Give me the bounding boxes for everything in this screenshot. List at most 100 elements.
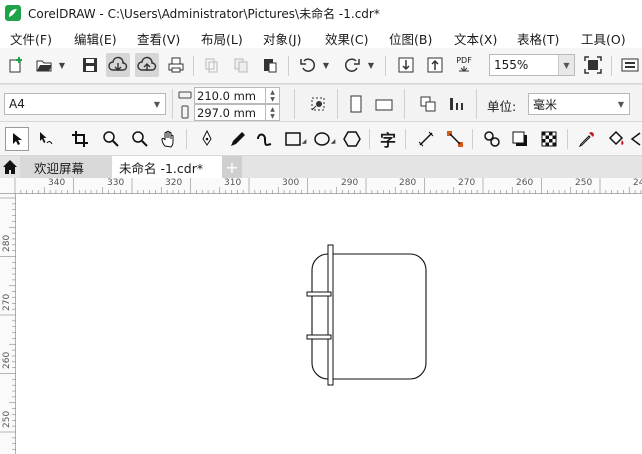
separator <box>337 89 338 119</box>
dimension-tool-icon[interactable] <box>414 127 438 151</box>
lower-clip-shape[interactable] <box>306 334 332 340</box>
page-height-field[interactable]: 297.0 mm <box>194 104 266 121</box>
menu-edit[interactable]: 编辑(E) <box>74 29 117 48</box>
horizontal-ruler[interactable]: 340 330 320 310 300 290 280 270 260 250 … <box>0 178 642 194</box>
ruler-label: 290 <box>341 178 359 188</box>
chevron-down-icon[interactable]: ▼ <box>613 94 629 114</box>
zoom-level-value: 155% <box>494 58 529 72</box>
menu-tools[interactable]: 工具(O) <box>581 29 626 48</box>
menu-table[interactable]: 表格(T) <box>517 29 559 48</box>
menu-view[interactable]: 查看(V) <box>137 29 180 48</box>
menu-object[interactable]: 对象(J) <box>263 29 301 48</box>
home-icon[interactable] <box>0 156 20 178</box>
separator <box>172 89 173 119</box>
transparency-tool-icon[interactable] <box>537 127 561 151</box>
page-size-select[interactable]: A4 ▼ <box>4 93 166 115</box>
ruler-label: 320 <box>165 178 183 188</box>
separator <box>186 129 187 149</box>
open-dropdown-arrow[interactable]: ▼ <box>58 53 66 77</box>
tab-welcome-screen[interactable]: 欢迎屏幕 <box>20 156 112 178</box>
import-icon[interactable] <box>394 53 418 77</box>
menu-effects[interactable]: 效果(C) <box>325 29 368 48</box>
zoom-level-select[interactable]: 155% ▼ <box>489 54 575 76</box>
paste-icon[interactable] <box>258 53 282 77</box>
title-bar: CorelDRAW - C:\Users\Administrator\Pictu… <box>0 0 642 26</box>
flyout-arrow[interactable]: ◢ <box>300 133 308 149</box>
portrait-orientation-icon[interactable] <box>344 92 368 116</box>
transform-objects-icon[interactable] <box>306 92 330 116</box>
binding-strip-shape[interactable] <box>327 244 334 386</box>
separator <box>476 89 477 119</box>
ruler-label: 280 <box>399 178 417 188</box>
undo-icon[interactable] <box>296 53 320 77</box>
upper-clip-shape[interactable] <box>306 291 332 297</box>
chevron-down-icon[interactable]: ▼ <box>149 94 165 114</box>
tab-welcome-label: 欢迎屏幕 <box>34 160 85 176</box>
landscape-orientation-icon[interactable] <box>372 92 396 116</box>
tab-document[interactable]: 未命名 -1.cdr* <box>112 156 222 178</box>
zoom-tool-icon[interactable] <box>99 127 123 151</box>
chevron-down-icon[interactable]: ▼ <box>558 55 574 75</box>
document-tab-bar: 欢迎屏幕 未命名 -1.cdr* + <box>0 156 642 178</box>
plus-icon: + <box>225 157 239 177</box>
cloud-upload-icon[interactable] <box>135 53 159 77</box>
connector-tool-icon[interactable] <box>443 127 467 151</box>
flyout-arrow[interactable]: ◢ <box>329 133 337 149</box>
publish-pdf-icon[interactable]: PDF <box>452 53 476 77</box>
current-page-icon[interactable] <box>445 92 469 116</box>
redo-dropdown-arrow[interactable]: ▼ <box>367 53 375 77</box>
separator <box>567 129 568 149</box>
undo-dropdown-arrow[interactable]: ▼ <box>322 53 330 77</box>
ruler-label: 270 <box>458 178 476 188</box>
menu-file[interactable]: 文件(F) <box>10 29 52 48</box>
blend-tool-icon[interactable] <box>480 127 504 151</box>
all-pages-icon[interactable] <box>416 92 440 116</box>
print-icon[interactable] <box>164 53 188 77</box>
drop-shadow-icon[interactable] <box>508 127 532 151</box>
eyedropper-tool-icon[interactable] <box>575 127 599 151</box>
separator <box>288 56 289 76</box>
full-screen-icon[interactable] <box>581 53 605 77</box>
page-size-value: A4 <box>9 97 25 111</box>
polygon-tool-icon[interactable] <box>340 127 364 151</box>
crop-tool-icon[interactable] <box>68 127 92 151</box>
drawing-canvas[interactable] <box>17 195 642 454</box>
pdf-label: PDF <box>456 56 472 65</box>
open-folder-icon[interactable] <box>32 53 56 77</box>
menu-text[interactable]: 文本(X) <box>454 29 497 48</box>
application-launcher-icon[interactable] <box>617 53 641 77</box>
smart-drawing-icon[interactable] <box>252 127 276 151</box>
pick-tool-icon[interactable] <box>5 127 29 151</box>
ruler-label: 280 <box>2 234 12 252</box>
menu-bitmaps[interactable]: 位图(B) <box>389 29 432 48</box>
artistic-media-icon[interactable] <box>224 127 248 151</box>
smart-fill-icon[interactable] <box>630 127 642 151</box>
menu-layout[interactable]: 布局(L) <box>201 29 243 48</box>
ruler-label: 24 <box>633 178 642 188</box>
text-tool-icon[interactable]: 字 <box>376 127 400 151</box>
coreldraw-logo-icon <box>5 5 21 21</box>
units-select[interactable]: 毫米 ▼ <box>528 93 630 115</box>
redo-icon[interactable] <box>340 53 364 77</box>
vertical-ruler[interactable]: 280 270 260 250 <box>0 194 16 454</box>
page-height-spinner[interactable]: ▲ ▼ <box>266 104 280 121</box>
zoom-out-tool-icon[interactable] <box>128 127 152 151</box>
pan-tool-icon[interactable] <box>157 127 181 151</box>
pen-tool-icon[interactable] <box>195 127 219 151</box>
ruler-label: 270 <box>2 293 12 311</box>
text-tool-glyph: 字 <box>379 131 396 150</box>
cloud-download-icon[interactable] <box>106 53 130 77</box>
drawing-artwork <box>306 244 427 386</box>
shape-tool-icon[interactable] <box>33 127 57 151</box>
ruler-label: 250 <box>575 178 593 188</box>
page-width-spinner[interactable]: ▲ ▼ <box>266 87 280 104</box>
add-tab-button[interactable]: + <box>222 156 242 178</box>
copy-icon[interactable] <box>229 53 253 77</box>
interactive-fill-icon[interactable] <box>604 127 628 151</box>
page-width-field[interactable]: 210.0 mm <box>194 87 266 104</box>
ruler-label: 340 <box>48 178 66 188</box>
new-document-icon[interactable] <box>4 53 28 77</box>
cut-icon[interactable] <box>200 53 224 77</box>
export-icon[interactable] <box>423 53 447 77</box>
save-icon[interactable] <box>78 53 102 77</box>
